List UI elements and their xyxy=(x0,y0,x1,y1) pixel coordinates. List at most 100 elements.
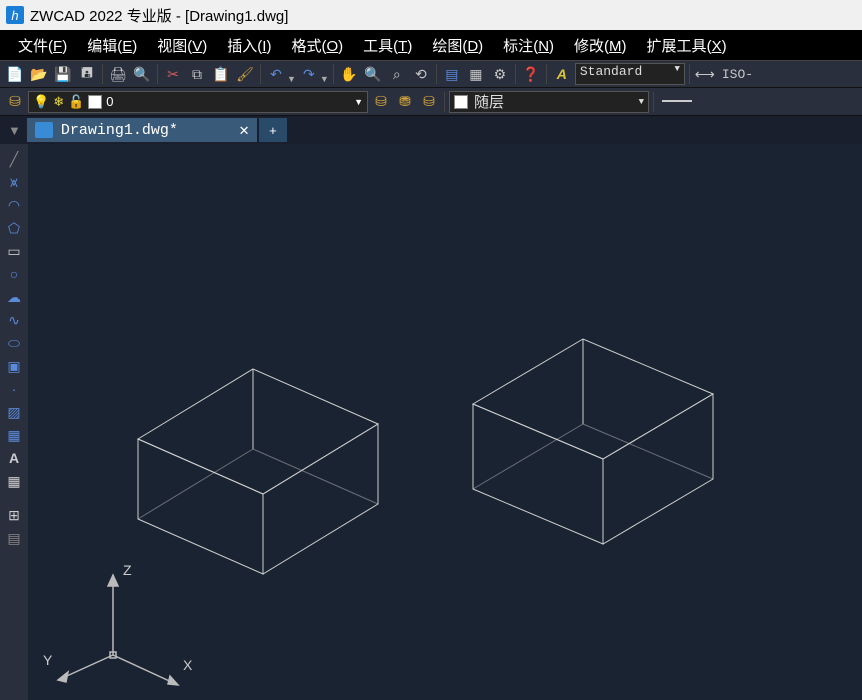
window-title: ZWCAD 2022 专业版 - [Drawing1.dwg] xyxy=(30,5,288,26)
toolbar-separator xyxy=(157,64,158,84)
layer-toolbar: ⛁ 💡 ❄ 🔓 0 ▼ ⛁ ⛃ ⛁ 随层 ▼ xyxy=(0,88,862,116)
text-style-select[interactable]: Standard ▼ xyxy=(575,63,685,85)
text-tool-button[interactable]: A xyxy=(3,447,25,469)
pan-button[interactable]: ✋ xyxy=(338,63,360,85)
bylayer-color-select[interactable]: 随层 ▼ xyxy=(449,91,649,113)
ucs-gizmo: X Y Z xyxy=(28,550,228,700)
menu-edit[interactable]: 编辑(E) xyxy=(77,31,147,60)
dropdown-icon: ▼ xyxy=(639,97,644,107)
help-button[interactable]: ❓ xyxy=(520,63,542,85)
ellipse-tool-button[interactable]: ⬭ xyxy=(3,332,25,354)
toolbar-separator xyxy=(260,64,261,84)
main-area: ╱ ⩙ ◠ ⬠ ▭ ○ ☁ ∿ ⬭ ▣ · ▨ ▦ A ▦ ⊞ ▤ xyxy=(0,144,862,700)
menu-insert[interactable]: 插入(I) xyxy=(217,31,281,60)
circle-tool-button[interactable]: ○ xyxy=(3,263,25,285)
toolbar-separator xyxy=(689,64,690,84)
toolbar-separator xyxy=(653,92,654,112)
text-style-value: Standard xyxy=(580,64,642,79)
point-tool-button[interactable]: · xyxy=(3,378,25,400)
document-tab-label: Drawing1.dwg* xyxy=(61,122,178,139)
menu-file[interactable]: 文件(F) xyxy=(8,31,77,60)
open-file-button[interactable]: 📂 xyxy=(28,63,50,85)
menu-view[interactable]: 视图(V) xyxy=(147,31,217,60)
redo-button[interactable]: ↷ xyxy=(298,63,320,85)
menu-tools[interactable]: 工具(T) xyxy=(353,31,422,60)
color-swatch xyxy=(454,95,468,109)
bylayer-label: 随层 xyxy=(474,91,504,112)
cloud-tool-button[interactable]: ☁ xyxy=(3,286,25,308)
tablist-handle[interactable]: ▼ xyxy=(4,123,25,138)
saveas-button[interactable]: 🖪 xyxy=(76,63,98,85)
layer-tool-2-button[interactable]: ⛃ xyxy=(394,91,416,113)
axis-x-label: X xyxy=(183,657,193,673)
table-tool-button[interactable]: ▦ xyxy=(3,470,25,492)
sheet-tool-button[interactable]: ▤ xyxy=(3,527,25,549)
document-tabbar: ▼ Drawing1.dwg* ✕ + xyxy=(0,116,862,144)
draw-toolbar: ╱ ⩙ ◠ ⬠ ▭ ○ ☁ ∿ ⬭ ▣ · ▨ ▦ A ▦ ⊞ ▤ xyxy=(0,144,28,700)
zoom-window-button[interactable]: ⌕ xyxy=(386,63,408,85)
menu-modify[interactable]: 修改(M) xyxy=(564,31,637,60)
layer-name: 0 xyxy=(106,94,113,109)
standard-toolbar: 📄 📂 💾 🖪 🖨 🔍 ✂ ⧉ 📋 🖌 ↶ ▼ ↷ ▼ ✋ 🔍 ⌕ ⟲ ▤ ▦ … xyxy=(0,60,862,88)
block-tool-button[interactable]: ▣ xyxy=(3,355,25,377)
plus-icon: + xyxy=(269,123,277,138)
toolbar-separator xyxy=(444,92,445,112)
menu-extend[interactable]: 扩展工具(X) xyxy=(637,31,737,60)
layer-tool-3-button[interactable]: ⛁ xyxy=(418,91,440,113)
dropdown-icon: ▼ xyxy=(354,97,363,107)
print-button[interactable]: 🖨 xyxy=(107,63,129,85)
layer-manager-button[interactable]: ⛁ xyxy=(4,91,26,113)
toolbar-separator xyxy=(436,64,437,84)
app-icon: h xyxy=(6,6,24,24)
close-tab-button[interactable]: ✕ xyxy=(239,120,249,140)
redo-dropdown-icon[interactable]: ▼ xyxy=(320,74,329,87)
undo-dropdown-icon[interactable]: ▼ xyxy=(287,74,296,87)
drawing-canvas[interactable]: X Y Z xyxy=(28,144,862,700)
cut-button[interactable]: ✂ xyxy=(162,63,184,85)
toolbar-separator xyxy=(102,64,103,84)
paste-button[interactable]: 📋 xyxy=(210,63,232,85)
polygon-tool-button[interactable]: ⬠ xyxy=(3,217,25,239)
menu-dim[interactable]: 标注(N) xyxy=(493,31,564,60)
toolbar-separator xyxy=(546,64,547,84)
properties-button[interactable]: ▤ xyxy=(441,63,463,85)
dwg-file-icon xyxy=(35,122,53,138)
zoom-realtime-button[interactable]: 🔍 xyxy=(362,63,384,85)
polyline-tool-button[interactable]: ⩙ xyxy=(3,171,25,193)
new-file-button[interactable]: 📄 xyxy=(4,63,26,85)
menubar: 文件(F) 编辑(E) 视图(V) 插入(I) 格式(O) 工具(T) 绘图(D… xyxy=(0,30,862,60)
dim-style-button[interactable]: ⟷ xyxy=(694,63,716,85)
lineweight-preview[interactable] xyxy=(662,100,692,104)
arc-tool-button[interactable]: ◠ xyxy=(3,194,25,216)
copy-button[interactable]: ⧉ xyxy=(186,63,208,85)
titlebar: h ZWCAD 2022 专业版 - [Drawing1.dwg] xyxy=(0,0,862,30)
line-tool-button[interactable]: ╱ xyxy=(3,148,25,170)
menu-draw[interactable]: 绘图(D) xyxy=(422,31,493,60)
menu-format[interactable]: 格式(O) xyxy=(281,31,353,60)
zoom-previous-button[interactable]: ⟲ xyxy=(410,63,432,85)
tool-palettes-button[interactable]: ⚙ xyxy=(489,63,511,85)
grid-tool-button[interactable]: ⊞ xyxy=(3,504,25,526)
linetype-label: ISO- xyxy=(722,67,753,82)
lock-icon: 🔓 xyxy=(68,94,84,110)
new-tab-button[interactable]: + xyxy=(259,118,287,142)
text-style-button[interactable]: A xyxy=(551,63,573,85)
save-button[interactable]: 💾 xyxy=(52,63,74,85)
freeze-icon: ❄ xyxy=(53,94,64,110)
layer-tool-1-button[interactable]: ⛁ xyxy=(370,91,392,113)
match-properties-button[interactable]: 🖌 xyxy=(234,63,256,85)
toolbar-separator xyxy=(515,64,516,84)
toolbar-separator xyxy=(333,64,334,84)
undo-button[interactable]: ↶ xyxy=(265,63,287,85)
rectangle-tool-button[interactable]: ▭ xyxy=(3,240,25,262)
layer-select[interactable]: 💡 ❄ 🔓 0 ▼ xyxy=(28,91,368,113)
axis-z-label: Z xyxy=(123,562,132,578)
print-preview-button[interactable]: 🔍 xyxy=(131,63,153,85)
design-center-button[interactable]: ▦ xyxy=(465,63,487,85)
hatch-tool-button[interactable]: ▨ xyxy=(3,401,25,423)
spline-tool-button[interactable]: ∿ xyxy=(3,309,25,331)
bulb-icon: 💡 xyxy=(33,94,49,110)
region-tool-button[interactable]: ▦ xyxy=(3,424,25,446)
axis-y-label: Y xyxy=(43,652,53,668)
document-tab[interactable]: Drawing1.dwg* ✕ xyxy=(27,118,257,142)
